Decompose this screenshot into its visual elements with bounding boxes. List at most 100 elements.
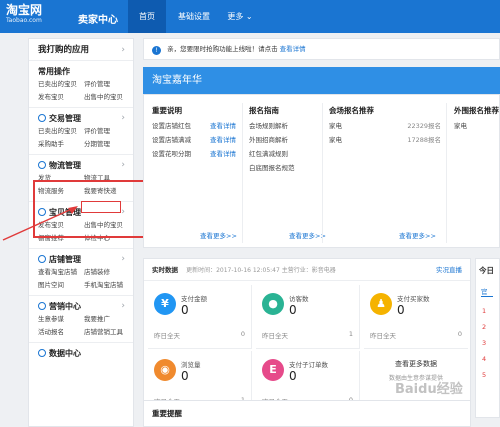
sidebar-header[interactable]: 我打购的应用 › [29, 39, 133, 61]
taobao-logo[interactable]: 淘宝网 Taobao.com [6, 4, 42, 25]
buyer-icon: ♟ [370, 293, 392, 315]
sidebar-link[interactable]: 评价管理 [84, 78, 130, 91]
metric-value: 0 [289, 369, 297, 383]
sidebar-link[interactable]: 店铺营销工具 [84, 326, 130, 339]
group-title: 店铺管理 [49, 255, 81, 264]
guide-link[interactable]: 白底图报名规范 [249, 161, 319, 175]
guide-link[interactable]: 红包满减规则 [249, 147, 319, 161]
live-link[interactable]: 实况直播 [436, 259, 462, 281]
guide-link[interactable]: 会场规则解析 [249, 119, 319, 133]
group-header-trade[interactable]: 交易管理 › [38, 112, 133, 125]
metric-label: 支付子订单数 [289, 361, 328, 369]
metric-card[interactable]: ♟ 支付买家数 0 昨日全天 0 [364, 285, 468, 349]
sidebar-link[interactable]: 已卖出的宝贝 [38, 78, 84, 91]
metric-label: 浏览量 [181, 361, 201, 369]
sidebar-link[interactable]: 手机淘宝店铺 [84, 279, 130, 292]
sidebar-link[interactable]: 我要推广 [84, 313, 130, 326]
metric-yesterday-value: 1 [348, 330, 353, 338]
sidebar-group-shop: 店铺管理 › 查看淘宝店铺 店铺装修 图片空间 手机淘宝店铺 [29, 249, 133, 296]
see-more-link[interactable]: 查看更多>> [289, 230, 326, 240]
group-title: 物流管理 [49, 161, 81, 170]
update-time: 更新时间：2017-10-16 12:05:47 主营行业： [186, 267, 312, 274]
sidebar-group-data: 数据中心 [29, 343, 133, 363]
sidebar-link[interactable]: 发布宝贝 [38, 91, 84, 104]
today-tab[interactable]: 官 [481, 286, 493, 297]
see-more-link[interactable]: 查看更多>> [399, 230, 436, 240]
venue-recommend-section: 会场报名推荐 家电 22329报名 家电 17288报名 [329, 105, 441, 147]
detail-link[interactable]: 查看详情 [210, 133, 236, 147]
metric-yesterday-value: 0 [457, 330, 462, 338]
group-header-logistics[interactable]: 物流管理 › [38, 159, 133, 172]
category-label: 家电 [329, 136, 342, 144]
chevron-right-icon: › [121, 45, 125, 55]
sidebar-title: 我打购的应用 [38, 45, 90, 55]
category-label: 家电 [454, 122, 467, 130]
logo-sub-text: Taobao.com [6, 17, 42, 24]
chevron-right-icon: › [121, 160, 125, 170]
sidebar-link[interactable]: 出售中的宝贝 [84, 91, 130, 104]
top-navigation-bar: 淘宝网 Taobao.com 卖家中心 首页 基础设置 更多 ⌄ [0, 0, 500, 33]
see-more-link[interactable]: 查看更多>> [200, 230, 237, 240]
metric-card[interactable]: ● 访客数 0 昨日全天 1 [256, 285, 360, 349]
sidebar-link[interactable]: 查看淘宝店铺 [38, 266, 84, 279]
logistics-icon [38, 161, 46, 169]
important-section: 重要说明 设置店铺红包 查看详情 设置店铺满减 查看详情 设置花呗分期 查看详情 [152, 105, 242, 161]
sidebar-link[interactable]: 店铺装修 [84, 266, 130, 279]
signup-count: 17288报名 [407, 136, 441, 144]
today-title: 今日 [479, 266, 494, 275]
promo-content: 重要说明 设置店铺红包 查看详情 设置店铺满减 查看详情 设置花呗分期 查看详情 查看… [143, 94, 500, 248]
today-list-item[interactable]: 2 [482, 319, 499, 335]
group-title: 数据中心 [49, 349, 81, 358]
nav-basic-settings-tab[interactable]: 基础设置 [170, 0, 218, 33]
group-header-marketing[interactable]: 营销中心 › [38, 300, 133, 313]
sidebar-link[interactable]: 评价管理 [84, 125, 130, 138]
metric-card[interactable]: ¥ 支付金额 0 昨日全天 0 [148, 285, 252, 349]
nav-home-tab[interactable]: 首页 [128, 0, 166, 33]
watermark-text: Baidu经验 [395, 382, 463, 397]
promo-item-label: 设置店铺满减 [152, 136, 191, 144]
metric-value: 0 [181, 303, 189, 317]
section-title: 外围报名推荐 [454, 106, 499, 115]
promo-item-label: 设置花呗分期 [152, 150, 191, 158]
sidebar-link[interactable]: 已卖出的宝贝 [38, 125, 84, 138]
sidebar-link[interactable]: 采购助手 [38, 138, 84, 151]
announcement-text: 亲，您要限时抢购功能上线啦！请点击 [167, 45, 278, 53]
sidebar-link[interactable]: 活动报名 [38, 326, 84, 339]
detail-link[interactable]: 查看详情 [210, 119, 236, 133]
more-data-link[interactable]: 查看更多数据 [364, 359, 468, 369]
today-list-item[interactable]: 1 [482, 303, 499, 319]
sidebar-link[interactable]: 图片空间 [38, 279, 84, 292]
data-icon [38, 349, 46, 357]
order-icon: E [262, 359, 284, 381]
column-divider [242, 103, 243, 243]
page-title: 卖家中心 [78, 15, 118, 26]
realtime-header: 实时数据 更新时间：2017-10-16 12:05:47 主营行业：影音电器 … [144, 259, 470, 281]
column-divider [446, 103, 447, 243]
group-header-data[interactable]: 数据中心 [38, 347, 133, 360]
today-list-item[interactable]: 4 [482, 351, 499, 367]
promo-banner[interactable]: 淘宝嘉年华 [143, 67, 500, 94]
watermark-logo: Baidu经验 [395, 378, 495, 422]
detail-link[interactable]: 查看详情 [210, 147, 236, 161]
announcement-link[interactable]: 查看详情 [280, 45, 306, 53]
sidebar-group-trade: 交易管理 › 已卖出的宝贝 评价管理 采购助手 分期管理 [29, 108, 133, 155]
footprint-icon: ● [262, 293, 284, 315]
section-title: 报名指南 [249, 106, 279, 115]
trade-icon [38, 114, 46, 122]
today-list-item[interactable]: 3 [482, 335, 499, 351]
chevron-right-icon: › [121, 113, 125, 123]
guide-link[interactable]: 外围招商解析 [249, 133, 319, 147]
annotation-highlight-small-box [81, 201, 121, 213]
marketing-icon [38, 302, 46, 310]
announcement-bar: ! 亲，您要限时抢购功能上线啦！请点击 查看详情 [143, 38, 500, 60]
info-icon: ! [152, 46, 161, 55]
sidebar-link[interactable]: 生意参谋 [38, 313, 84, 326]
column-divider [322, 103, 323, 243]
nav-more-tab[interactable]: 更多 ⌄ [220, 0, 260, 33]
group-title: 交易管理 [49, 114, 81, 123]
reminder-title: 重要提醒 [152, 409, 182, 418]
sidebar-link[interactable]: 分期管理 [84, 138, 130, 151]
yuan-icon: ¥ [154, 293, 176, 315]
group-header-shop[interactable]: 店铺管理 › [38, 253, 133, 266]
metric-label: 访客数 [289, 295, 309, 303]
